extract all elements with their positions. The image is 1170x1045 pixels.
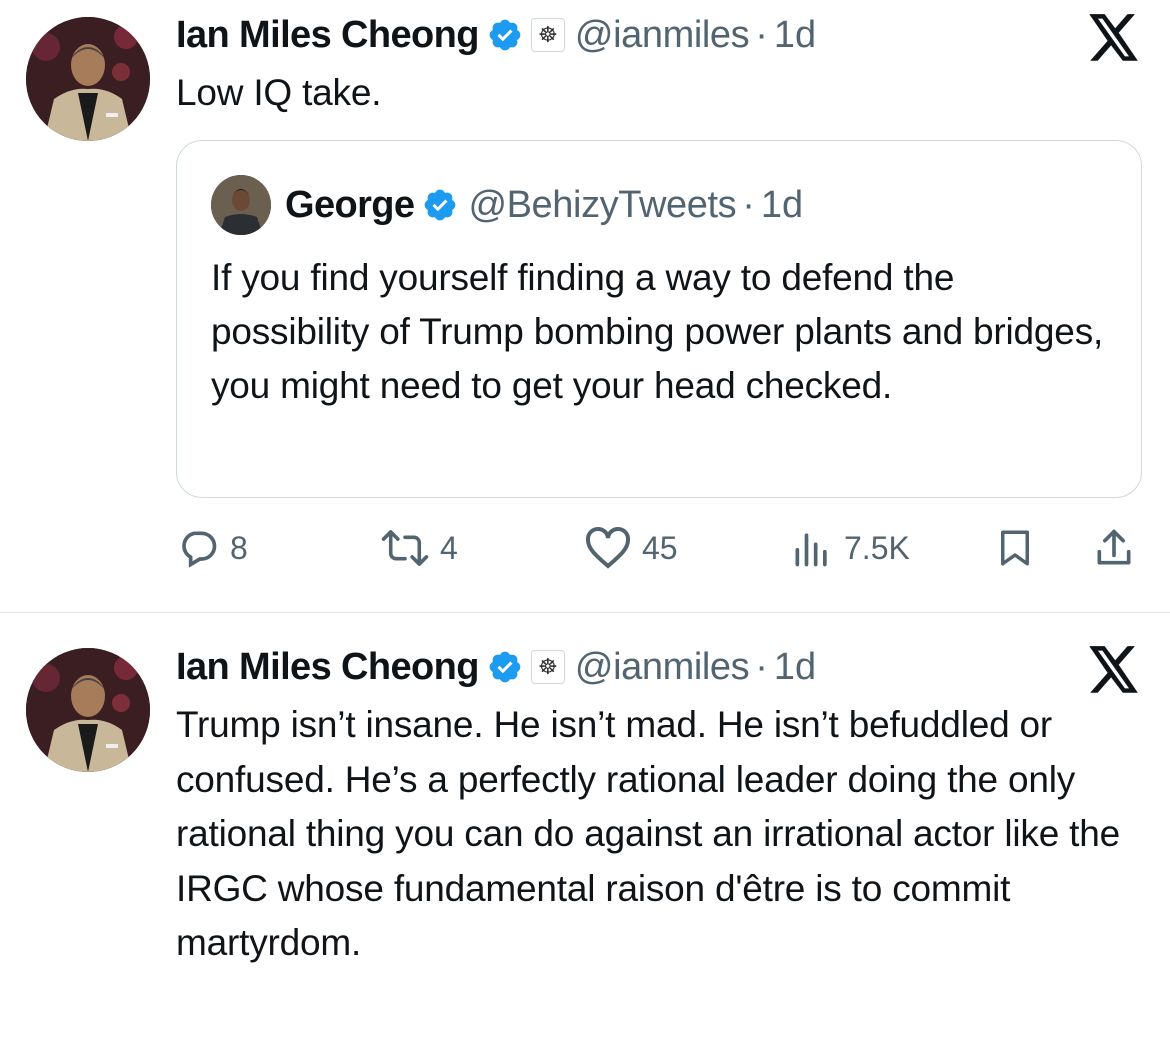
separator-dot: · [755, 13, 768, 56]
tweet-header: Ian Miles Cheong ☸ @ianmiles · 1d [176, 10, 816, 60]
avatar[interactable] [26, 17, 150, 141]
quoted-avatar[interactable] [211, 175, 271, 235]
author-handle[interactable]: @ianmiles [575, 14, 750, 57]
reply-icon [182, 531, 217, 568]
avatar[interactable] [26, 648, 150, 772]
repost-button[interactable]: 4 [380, 520, 458, 576]
tweet[interactable]: Ian Miles Cheong ☸ @ianmiles · 1d Low IQ… [0, 0, 1170, 612]
share-button[interactable] [1092, 520, 1136, 576]
heart-icon [585, 527, 631, 569]
like-button[interactable]: 45 [584, 520, 678, 576]
author-name[interactable]: Ian Miles Cheong [176, 14, 479, 57]
quoted-author-name[interactable]: George [285, 184, 415, 227]
bookmark-icon [1001, 530, 1029, 566]
tweet-actions: 8 4 45 7.5K [0, 520, 1170, 576]
quoted-tweet[interactable]: George @BehizyTweets · 1d If you find yo… [176, 140, 1142, 498]
timestamp[interactable]: 1d [774, 14, 816, 57]
tweet-text: Low IQ take. [176, 72, 382, 113]
bookmark-button[interactable] [994, 520, 1036, 576]
quoted-author-handle[interactable]: @BehizyTweets [468, 184, 736, 227]
reply-button[interactable]: 8 [176, 520, 248, 576]
x-logo-icon [1089, 14, 1138, 61]
affiliate-badge-icon[interactable]: ☸ [530, 650, 565, 684]
verified-badge-icon [425, 189, 456, 221]
reply-count: 8 [230, 529, 248, 566]
tweet-header: Ian Miles Cheong ☸ @ianmiles · 1d [176, 642, 816, 692]
quoted-header: George @BehizyTweets · 1d [285, 179, 803, 231]
separator-dot: · [742, 183, 755, 226]
author-handle[interactable]: @ianmiles [575, 646, 750, 689]
repost-icon [381, 530, 429, 566]
separator-dot: · [755, 645, 768, 688]
x-logo-icon [1089, 646, 1138, 693]
verified-badge-icon [489, 651, 521, 683]
tweet-text: Trump isn’t insane. He isn’t mad. He isn… [176, 704, 1121, 963]
verified-badge-icon [489, 19, 521, 51]
views-button[interactable]: 7.5K [790, 520, 910, 576]
repost-count: 4 [440, 529, 458, 566]
tweet[interactable]: Ian Miles Cheong ☸ @ianmiles · 1d Trump … [0, 614, 1170, 1045]
timestamp[interactable]: 1d [774, 646, 816, 689]
share-icon [1097, 529, 1131, 565]
quoted-tweet-text: If you find yourself finding a way to de… [211, 257, 1104, 406]
affiliate-badge-icon[interactable]: ☸ [530, 18, 565, 52]
author-name[interactable]: Ian Miles Cheong [176, 646, 479, 689]
like-count: 45 [642, 529, 678, 566]
tweet-divider [0, 612, 1170, 613]
view-count: 7.5K [844, 529, 910, 566]
quoted-timestamp[interactable]: 1d [761, 184, 803, 227]
views-icon [795, 533, 827, 567]
